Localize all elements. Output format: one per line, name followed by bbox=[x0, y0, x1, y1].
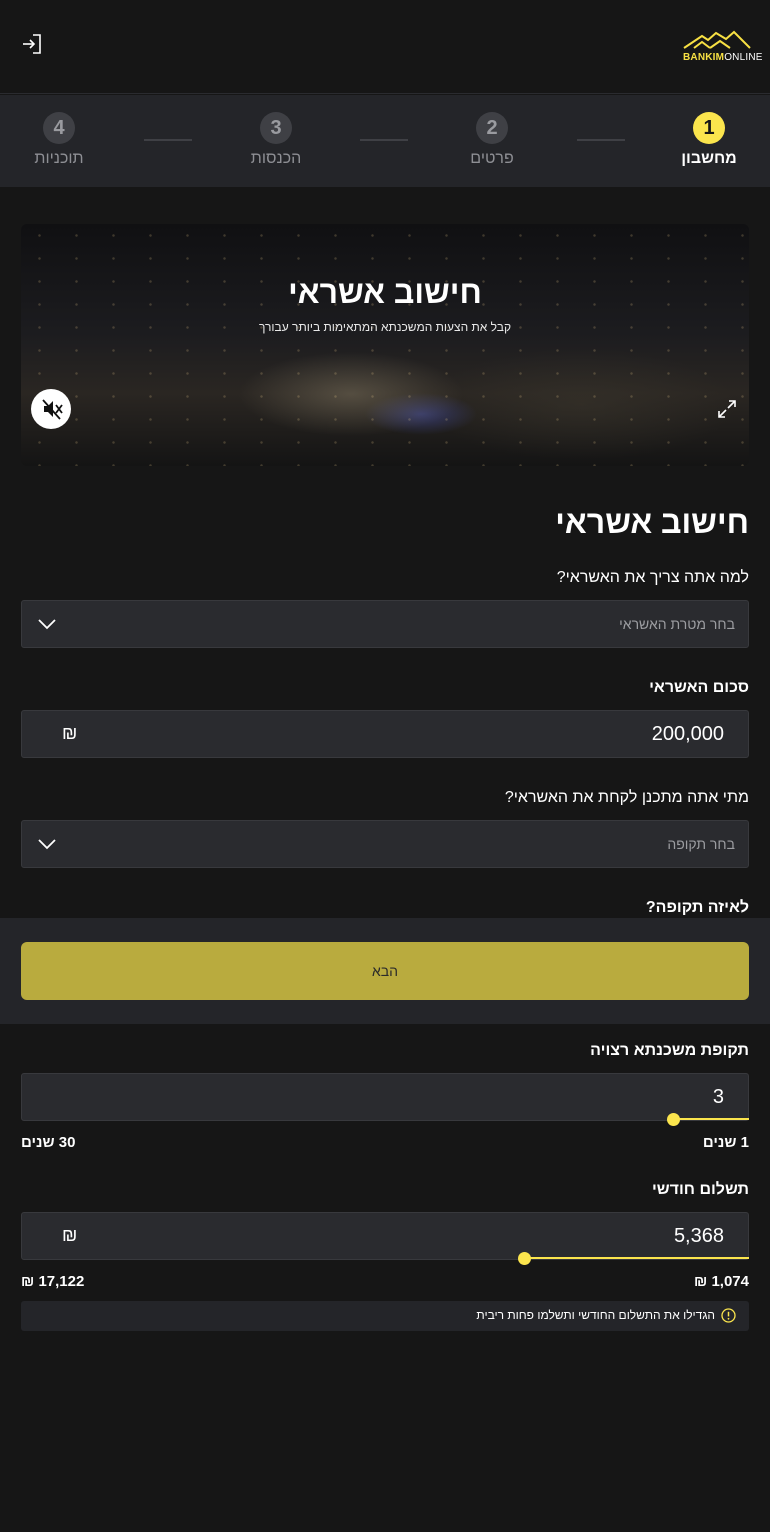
monthly-payment-label: תשלום חודשי bbox=[651, 1181, 749, 1198]
monthly-payment-slider-fill bbox=[524, 1257, 749, 1259]
mortgage-period-value: 3 bbox=[712, 1086, 724, 1108]
step-income[interactable]: 3 הכנסות bbox=[216, 112, 336, 168]
monthly-payment-value: 5,368 bbox=[673, 1225, 724, 1247]
header: BANKIMONLINE bbox=[0, 0, 770, 94]
step-label: פרטים bbox=[470, 150, 514, 167]
purpose-select[interactable]: בחר מטרת האשראי bbox=[21, 600, 749, 648]
amount-input[interactable]: 200,000 ₪ bbox=[21, 710, 749, 758]
next-bar: הבא bbox=[0, 918, 770, 1024]
step-label: מחשבון bbox=[681, 150, 737, 167]
interest-hint: הגדילו את התשלום החודשי ותשלמו פחות ריבי… bbox=[21, 1301, 749, 1331]
step-programs[interactable]: 4 תוכניות bbox=[0, 112, 119, 168]
step-label: הכנסות bbox=[250, 150, 302, 167]
next-button[interactable]: הבא bbox=[21, 942, 749, 1000]
mortgage-period-slider-thumb[interactable] bbox=[667, 1113, 680, 1126]
step-connector bbox=[360, 139, 408, 141]
info-icon bbox=[721, 1308, 736, 1323]
amount-label: סכום האשראי bbox=[649, 679, 749, 696]
step-label: תוכניות bbox=[34, 150, 84, 167]
chevron-down-icon bbox=[38, 839, 56, 850]
step-calculator[interactable]: 1 מחשבון bbox=[649, 112, 769, 168]
currency-symbol: ₪ bbox=[62, 1225, 78, 1245]
mortgage-period-slider-fill bbox=[673, 1118, 749, 1120]
period-question: לאיזה תקופה? bbox=[645, 899, 749, 916]
step-details[interactable]: 2 פרטים bbox=[432, 112, 552, 168]
purpose-label: למה אתה צריך את האשראי? bbox=[556, 569, 749, 586]
timing-select[interactable]: בחר תקופה bbox=[21, 820, 749, 868]
step-number: 1 bbox=[693, 112, 725, 144]
video-subtitle: קבל את הצעות המשכנתא המתאימות ביותר עבור… bbox=[258, 320, 512, 334]
timing-label: מתי אתה מתכנן לקחת את האשראי? bbox=[504, 789, 749, 806]
hint-text: הגדילו את התשלום החודשי ותשלמו פחות ריבי… bbox=[476, 1308, 715, 1322]
step-number: 2 bbox=[476, 112, 508, 144]
mortgage-period-input[interactable]: 3 bbox=[21, 1073, 749, 1121]
expand-icon[interactable] bbox=[716, 398, 738, 420]
timing-placeholder: בחר תקופה bbox=[667, 836, 735, 852]
monthly-payment-slider-thumb[interactable] bbox=[518, 1252, 531, 1265]
mortgage-period-max: 30 שנים bbox=[21, 1134, 76, 1151]
step-number: 4 bbox=[43, 112, 75, 144]
video-background bbox=[21, 224, 749, 466]
mute-button[interactable] bbox=[31, 389, 71, 429]
monthly-payment-min: 1,074 ₪ bbox=[694, 1273, 749, 1290]
mortgage-period-min: 1 שנים bbox=[702, 1134, 749, 1151]
amount-value: 200,000 bbox=[651, 723, 724, 745]
intro-video[interactable]: חישוב אשראי קבל את הצעות המשכנתא המתאימו… bbox=[21, 224, 749, 466]
purpose-placeholder: בחר מטרת האשראי bbox=[619, 616, 735, 632]
monthly-payment-input[interactable]: 5,368 ₪ bbox=[21, 1212, 749, 1260]
step-connector bbox=[144, 139, 192, 141]
form-title: חישוב אשראי bbox=[555, 504, 749, 540]
chevron-down-icon bbox=[38, 619, 56, 630]
speaker-muted-icon bbox=[42, 399, 63, 420]
video-title: חישוב אשראי bbox=[288, 274, 482, 310]
progress-stepper: 1 מחשבון 2 פרטים 3 הכנסות 4 תוכניות bbox=[0, 95, 770, 187]
step-number: 3 bbox=[260, 112, 292, 144]
currency-symbol: ₪ bbox=[62, 723, 78, 743]
logout-icon[interactable] bbox=[20, 32, 44, 56]
logo-text: BANKIMONLINE bbox=[683, 52, 763, 63]
mortgage-period-label: תקופת משכנתא רצויה bbox=[590, 1042, 749, 1059]
monthly-payment-max: 17,122 ₪ bbox=[21, 1273, 85, 1290]
step-connector bbox=[577, 139, 625, 141]
